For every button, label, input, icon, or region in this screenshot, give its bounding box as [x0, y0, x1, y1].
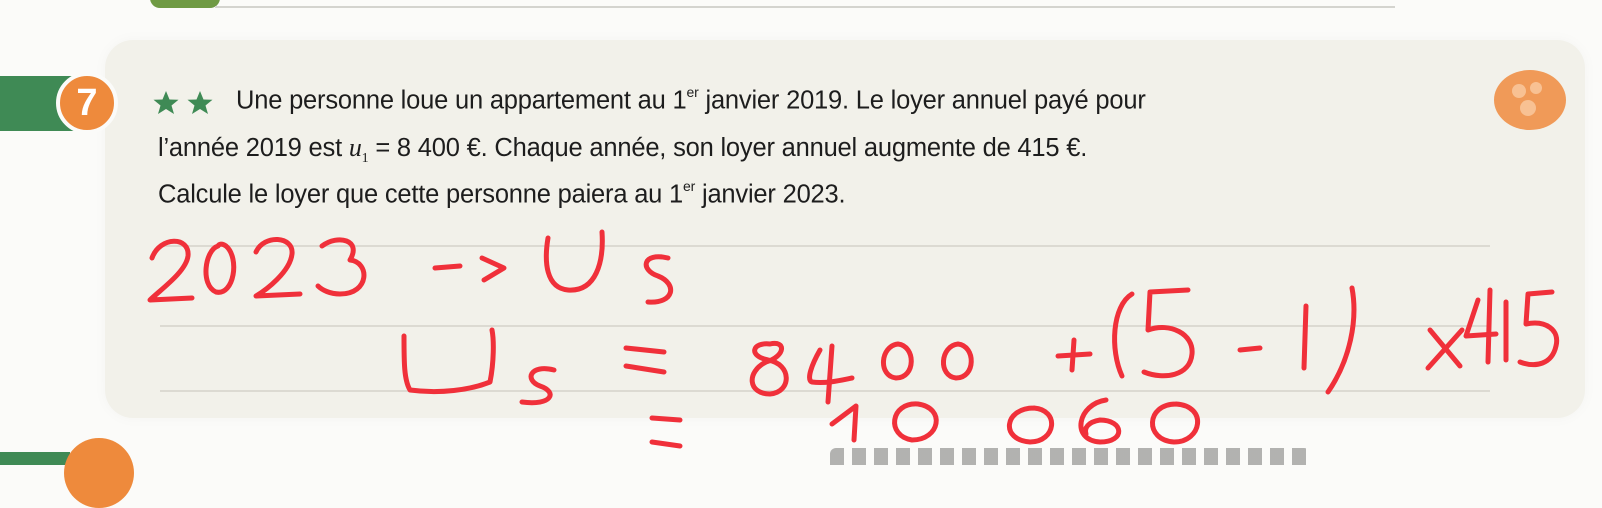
handwritten-line-3: [649, 397, 1200, 449]
next-exercise-badge: [64, 438, 134, 508]
next-exercise-text-fragment: [830, 448, 1310, 465]
next-exercise-strip: [0, 452, 70, 465]
page: 7 Une personne loue un appartement au 1e…: [0, 0, 1602, 508]
handwritten-line-1: [147, 229, 674, 305]
handwritten-line-2: [401, 285, 1560, 406]
handwritten-answer: [147, 229, 1560, 449]
